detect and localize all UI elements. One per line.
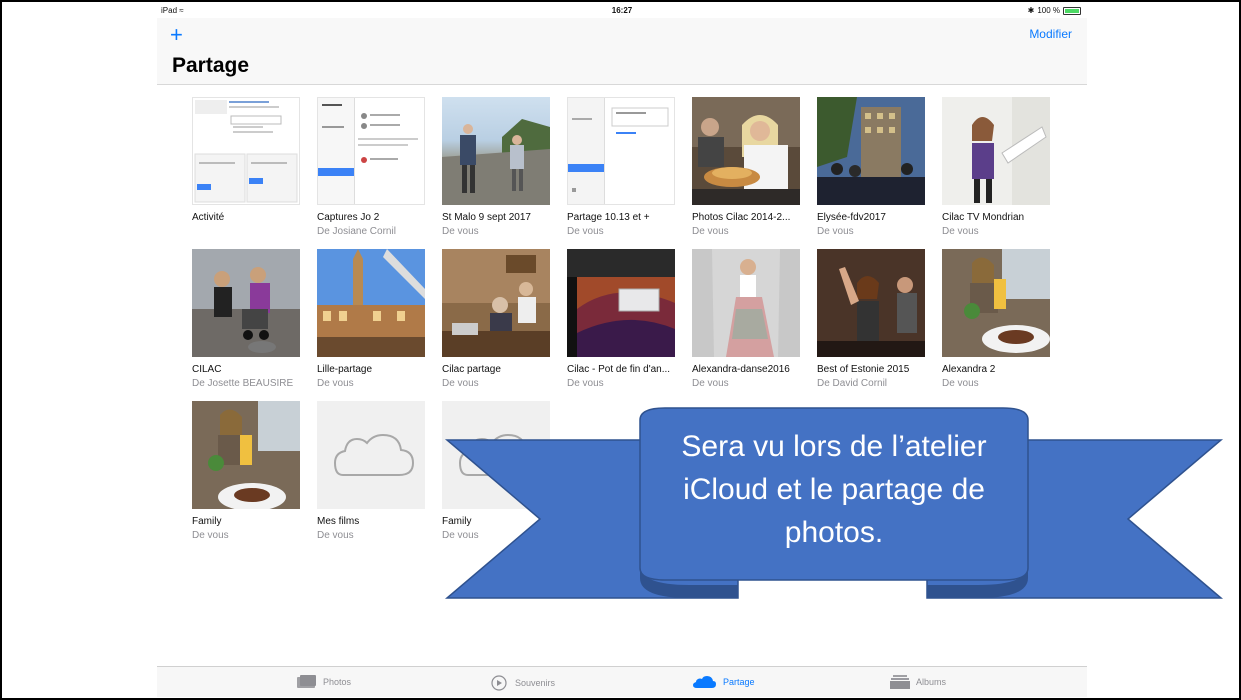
album-name: CILAC [192,364,222,375]
album-name: Cilac TV Mondrian [942,212,1025,223]
tab-albums[interactable]: Albums [890,675,946,689]
album-owner: De vous [692,226,729,237]
album-alexandra-2[interactable]: Alexandra 2 De vous [942,249,1052,389]
album-thumbnail [192,401,300,509]
album-photos-cilac[interactable]: Photos Cilac 2014-2... De vous [692,97,802,237]
ipad-screen: iPad ≈ 16:27 ✱ 100 % + Modifier Partage … [157,4,1087,697]
album-thumbnail [317,249,425,357]
album-thumbnail [567,97,675,205]
album-name: Elysée-fdv2017 [817,212,886,223]
album-mes-films[interactable]: Mes films De vous [317,401,427,541]
edit-button[interactable]: Modifier [1029,27,1072,41]
album-owner: De vous [567,378,604,389]
album-owner: De vous [692,378,729,389]
nav-bar: + Modifier Partage [157,18,1087,85]
album-thumbnail [317,401,425,509]
album-owner: De vous [192,530,229,541]
album-partage-1013[interactable]: Partage 10.13 et + De vous [567,97,677,237]
album-name: Activité [192,212,225,223]
album-captures-jo-2[interactable]: Captures Jo 2 De Josiane Cornil [317,97,427,237]
cloud-icon [458,433,540,476]
album-owner: De vous [442,378,479,389]
album-cilac[interactable]: CILAC De Josette BEAUSIRE [192,249,302,389]
tab-souvenirs[interactable]: Souvenirs [489,675,555,691]
album-name: Best of Estonie 2015 [817,364,910,375]
cloud-icon [333,433,415,476]
album-owner: De vous [942,378,979,389]
album-owner: De vous [942,226,979,237]
tab-partage[interactable]: Partage [693,675,755,689]
album-cilac-partage[interactable]: Cilac partage De vous [442,249,552,389]
page-title: Partage [172,54,250,77]
album-owner: De vous [317,530,354,541]
memories-icon [491,675,507,691]
banner-line-2: iCloud et le partage de [683,473,985,506]
album-thumbnail [192,249,300,357]
album-name: Mes films [317,516,360,527]
album-name: Cilac - Pot de fin d'an... [567,364,671,375]
album-owner: De David Cornil [817,378,888,389]
album-name: Alexandra 2 [942,364,996,375]
album-owner: De vous [817,226,854,237]
tab-label: Souvenirs [515,678,556,688]
album-thumbnail [442,249,550,357]
album-thumbnail [442,401,550,509]
album-name: Captures Jo 2 [317,212,380,223]
album-name: Family [442,516,472,527]
album-cilac-tv[interactable]: Cilac TV Mondrian De vous [942,97,1052,237]
album-owner: De vous [442,530,479,541]
album-owner: De vous [442,226,479,237]
cloud-icon [693,676,716,688]
status-bar: iPad ≈ 16:27 ✱ 100 % [157,4,1087,18]
albums-icon [890,675,910,689]
album-owner: De Josiane Cornil [317,226,396,237]
battery-percent: 100 % [1037,6,1060,15]
album-thumbnail [442,97,550,205]
tab-bar: Photos Souvenirs Partage Albums [157,666,1087,697]
album-name: Cilac partage [442,364,501,375]
album-family[interactable]: Family De vous [192,401,302,541]
album-thumbnail [317,97,425,205]
tab-photos[interactable]: Photos [297,675,351,689]
album-name: Lille-partage [317,364,373,375]
album-thumbnail [692,97,800,205]
album-thumbnail [192,97,300,205]
battery-icon [1063,6,1081,15]
banner-text: Sera vu lors de l’atelier iCloud et le p… [645,425,1023,554]
photos-icon [297,675,316,688]
tab-label: Partage [723,677,755,687]
album-best-of-estonie[interactable]: Best of Estonie 2015 De David Cornil [817,249,927,389]
banner-line-1: Sera vu lors de l’atelier [681,430,987,463]
album-alexandra-danse[interactable]: Alexandra-danse2016 De vous [692,249,802,389]
album-thumbnail [817,249,925,357]
album-st-malo[interactable]: St Malo 9 sept 2017 De vous [442,97,552,237]
album-name: Partage 10.13 et + [567,212,650,223]
tab-label: Photos [323,677,352,687]
album-thumbnail [692,249,800,357]
album-elysee[interactable]: Elysée-fdv2017 De vous [817,97,927,237]
status-right: ✱ 100 % [1028,6,1081,15]
tab-label: Albums [916,677,947,687]
album-owner: De vous [567,226,604,237]
status-time: 16:27 [611,6,633,15]
album-activite[interactable]: Activité [192,97,302,226]
album-name: St Malo 9 sept 2017 [442,212,531,223]
album-thumbnail [942,249,1050,357]
banner-line-3: photos. [784,516,884,549]
album-family-2[interactable]: Family De vous [442,401,552,541]
album-cilac-pot[interactable]: Cilac - Pot de fin d'an... De vous [567,249,677,389]
album-thumbnail [567,249,675,357]
album-name: Photos Cilac 2014-2... [692,212,791,223]
album-owner: De vous [317,378,354,389]
album-owner: De Josette BEAUSIRE [192,378,294,389]
album-thumbnail [942,97,1050,205]
album-lille-partage[interactable]: Lille-partage De vous [317,249,427,389]
album-thumbnail [817,97,925,205]
album-name: Family [192,516,222,527]
bluetooth-icon: ✱ [1027,6,1035,15]
add-button[interactable]: + [170,22,183,48]
album-name: Alexandra-danse2016 [692,364,790,375]
